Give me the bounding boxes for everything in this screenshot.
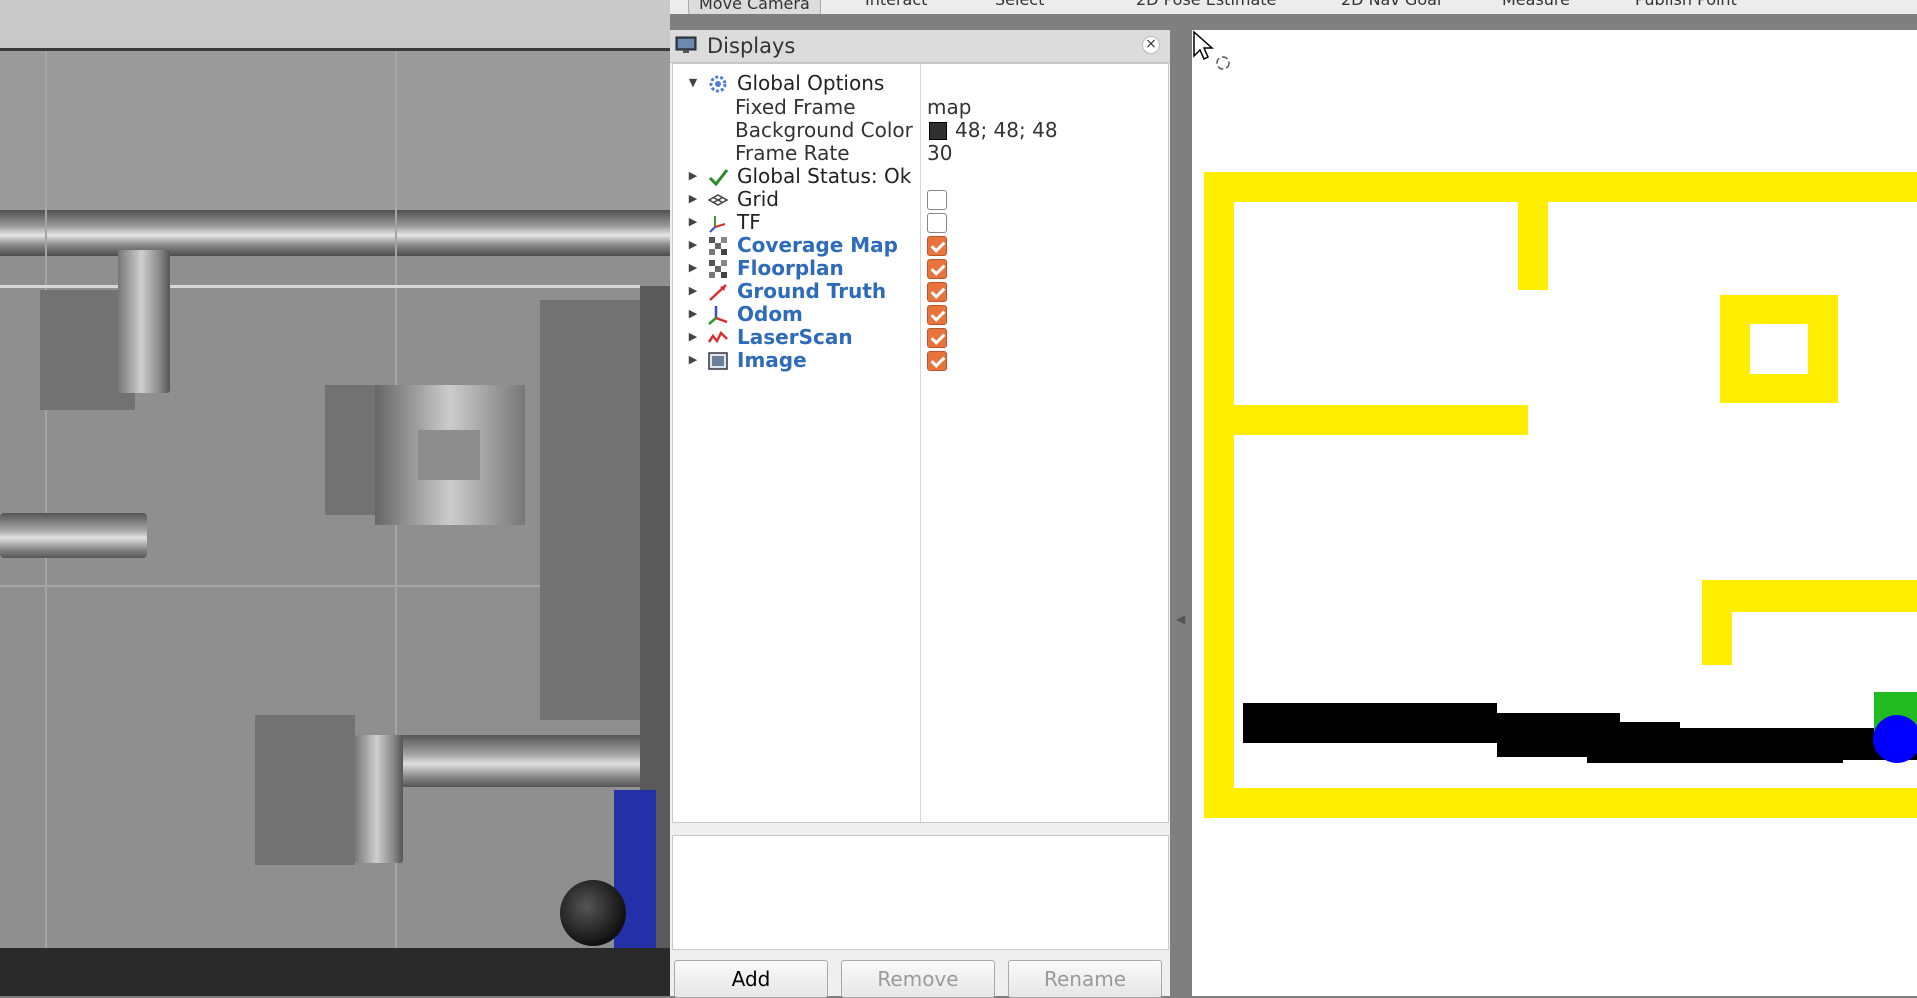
tree-item-label: Grid xyxy=(737,187,779,211)
grid-icon xyxy=(707,194,729,206)
image-icon xyxy=(708,352,728,370)
gazebo-wall-segment xyxy=(118,250,170,393)
add-button[interactable]: Add xyxy=(674,960,828,998)
displays-tree[interactable]: ▼ Global Options Fixed Frame map Backgro… xyxy=(672,63,1169,823)
gazebo-bottom-wall xyxy=(0,948,670,996)
collapse-arrow-icon[interactable]: ▼ xyxy=(687,77,699,89)
tool-publish-point[interactable]: Publish Point xyxy=(1635,0,1737,9)
floorplan-render xyxy=(1204,172,1917,818)
tf-axes-icon xyxy=(709,216,726,233)
tree-item-label: Coverage Map xyxy=(737,233,898,257)
remove-button[interactable]: Remove xyxy=(841,960,995,998)
gazebo-far-floor xyxy=(0,51,670,221)
visibility-checkbox[interactable] xyxy=(927,305,947,325)
tree-item-label: Floorplan xyxy=(737,256,844,280)
tool-2d-nav-goal[interactable]: 2D Nav Goal xyxy=(1341,0,1441,9)
monitor-icon xyxy=(675,36,697,53)
gazebo-3d-view[interactable] xyxy=(0,0,670,996)
floorplan-wall xyxy=(1518,202,1548,290)
floorplan-obstacle-hole xyxy=(1750,324,1808,374)
gazebo-top-wall xyxy=(0,210,670,256)
collapse-panel-arrow-icon[interactable]: ◀ xyxy=(1176,612,1186,626)
map-icon xyxy=(709,260,727,278)
floorplan-wall xyxy=(1702,580,1732,665)
visibility-checkbox[interactable] xyxy=(927,282,947,302)
tree-item-label: TF xyxy=(737,210,761,234)
gazebo-square-hole xyxy=(418,430,480,480)
visibility-checkbox[interactable] xyxy=(927,213,947,233)
expand-arrow-icon[interactable]: ▶ xyxy=(687,170,699,182)
expand-arrow-icon[interactable]: ▶ xyxy=(687,285,699,297)
expand-arrow-icon[interactable]: ▶ xyxy=(687,308,699,320)
rviz-3d-view[interactable] xyxy=(1192,30,1917,996)
color-swatch[interactable] xyxy=(929,122,947,140)
property-name: Frame Rate xyxy=(735,141,850,165)
floorplan-wall xyxy=(1702,580,1917,612)
visibility-checkbox[interactable] xyxy=(927,259,947,279)
expand-arrow-icon[interactable]: ▶ xyxy=(687,239,699,251)
tree-item-label: Global Options xyxy=(737,71,885,95)
visibility-checkbox[interactable] xyxy=(927,328,947,348)
odometry-arrow-icon xyxy=(709,284,727,301)
visibility-checkbox[interactable] xyxy=(927,190,947,210)
tool-interact[interactable]: Interact xyxy=(865,0,927,9)
rename-button[interactable]: Rename xyxy=(1008,960,1162,998)
axes-icon xyxy=(708,306,728,325)
floorplan-wall xyxy=(1234,405,1528,435)
property-value[interactable]: 48; 48; 48 xyxy=(955,118,1058,142)
expand-arrow-icon[interactable]: ▶ xyxy=(687,331,699,343)
floorplan-wall xyxy=(1204,788,1917,818)
tree-item-label: Global Status: Ok xyxy=(737,164,912,188)
property-value[interactable]: 30 xyxy=(927,141,952,165)
checkmark-icon xyxy=(708,169,729,187)
tool-2d-pose-estimate[interactable]: 2D Pose Estimate xyxy=(1136,0,1276,9)
close-icon[interactable]: × xyxy=(1142,36,1160,54)
floorplan-wall xyxy=(1204,172,1234,818)
gazebo-wall-segment xyxy=(0,513,147,558)
tree-item-label: LaserScan xyxy=(737,325,853,349)
tree-item-label: Ground Truth xyxy=(737,279,887,303)
tree-item-image[interactable]: ▶ Image xyxy=(673,347,1168,375)
visibility-checkbox[interactable] xyxy=(927,236,947,256)
mouse-cursor-icon xyxy=(1193,30,1230,70)
property-name: Background Color xyxy=(735,118,913,142)
expand-arrow-icon[interactable]: ▶ xyxy=(687,354,699,366)
display-description-box xyxy=(672,835,1169,950)
gazebo-sky xyxy=(0,0,670,50)
displays-panel-header: Displays × xyxy=(670,30,1170,63)
gazebo-wall-segment xyxy=(355,735,403,863)
gazebo-robot[interactable] xyxy=(560,880,626,946)
expand-arrow-icon[interactable]: ▶ xyxy=(687,216,699,228)
tool-move-camera[interactable]: Move Camera xyxy=(688,0,821,14)
laserscan-icon xyxy=(707,330,728,344)
grid-line xyxy=(0,285,640,288)
gazebo-shadow xyxy=(255,715,355,865)
map-icon xyxy=(709,237,727,255)
tool-select[interactable]: Select xyxy=(995,0,1044,9)
displays-panel-title: Displays xyxy=(707,34,796,58)
expand-arrow-icon[interactable]: ▶ xyxy=(687,262,699,274)
visibility-checkbox[interactable] xyxy=(927,351,947,371)
floorplan-wall xyxy=(1204,172,1917,202)
expand-arrow-icon[interactable]: ▶ xyxy=(687,193,699,205)
gazebo-shadow xyxy=(540,300,640,720)
grid-line xyxy=(45,51,47,951)
coverage-map-swept-area xyxy=(1243,703,1917,763)
tree-item-label: Image xyxy=(737,348,807,372)
displays-panel: Displays × ▼ Global Options Fixed Frame … xyxy=(670,30,1170,998)
tool-measure[interactable]: Measure xyxy=(1502,0,1570,9)
property-value[interactable]: map xyxy=(927,95,971,119)
gear-icon xyxy=(709,75,727,93)
rviz-toolbar: Move Camera Interact Select 2D Pose Esti… xyxy=(670,0,1917,14)
tree-item-label: Odom xyxy=(737,302,803,326)
property-name: Fixed Frame xyxy=(735,95,856,119)
gazebo-wall-segment xyxy=(395,735,650,787)
